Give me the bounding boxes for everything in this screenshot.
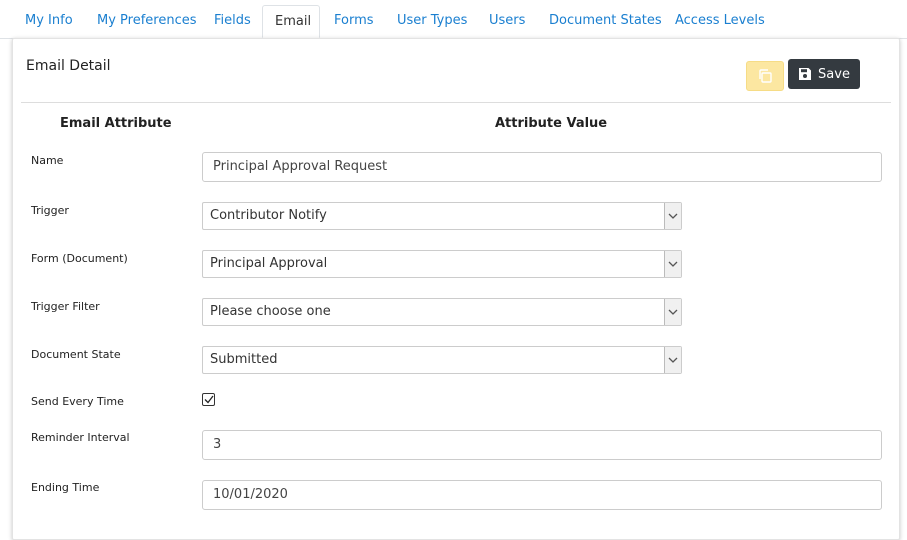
tab-user-types[interactable]: User Types [397, 5, 467, 38]
form-select[interactable]: Principal Approval [202, 250, 682, 278]
checkmark-icon [204, 395, 214, 404]
save-label: Save [818, 66, 850, 82]
form-label: Form (Document) [31, 252, 128, 265]
name-label: Name [31, 154, 64, 167]
trigger-filter-select[interactable]: Please choose one [202, 298, 682, 326]
form-value: Principal Approval [210, 256, 328, 271]
trigger-filter-value: Please choose one [210, 304, 331, 319]
reminder-interval-input[interactable]: 3 [202, 430, 882, 460]
copy-icon [759, 69, 772, 83]
document-state-value: Submitted [210, 352, 278, 367]
email-detail-card: Email Detail Save Email Attribute Attrib… [12, 38, 900, 540]
tab-fields[interactable]: Fields [214, 5, 251, 38]
floppy-disk-icon [799, 68, 812, 80]
tab-users[interactable]: Users [489, 5, 525, 38]
tab-forms[interactable]: Forms [334, 5, 374, 38]
tab-my-preferences[interactable]: My Preferences [97, 5, 197, 38]
tab-access-levels[interactable]: Access Levels [675, 5, 765, 38]
name-input[interactable]: Principal Approval Request [202, 152, 882, 182]
column-header-attribute: Email Attribute [60, 116, 172, 131]
ending-time-input[interactable]: 10/01/2020 [202, 480, 882, 510]
save-button[interactable]: Save [788, 59, 860, 89]
chevron-down-icon[interactable] [664, 299, 681, 325]
trigger-label: Trigger [31, 204, 69, 217]
trigger-value: Contributor Notify [210, 208, 327, 223]
chevron-down-icon[interactable] [664, 251, 681, 277]
trigger-select[interactable]: Contributor Notify [202, 202, 682, 230]
tab-document-states[interactable]: Document States [549, 5, 662, 38]
tab-email[interactable]: Email [262, 5, 320, 38]
card-title: Email Detail [26, 58, 111, 74]
tab-my-info[interactable]: My Info [25, 5, 73, 38]
document-state-select[interactable]: Submitted [202, 346, 682, 374]
header-divider [21, 102, 891, 103]
copy-button[interactable] [746, 61, 784, 91]
send-every-time-checkbox[interactable] [202, 393, 215, 406]
chevron-down-icon[interactable] [664, 347, 681, 373]
tab-bar: My Info My Preferences Fields Email Form… [0, 0, 907, 39]
document-state-label: Document State [31, 348, 121, 361]
reminder-interval-label: Reminder Interval [31, 431, 130, 444]
column-header-value: Attribute Value [495, 116, 608, 131]
chevron-down-icon[interactable] [664, 203, 681, 229]
send-every-time-label: Send Every Time [31, 395, 124, 408]
trigger-filter-label: Trigger Filter [31, 300, 100, 313]
ending-time-label: Ending Time [31, 481, 100, 494]
